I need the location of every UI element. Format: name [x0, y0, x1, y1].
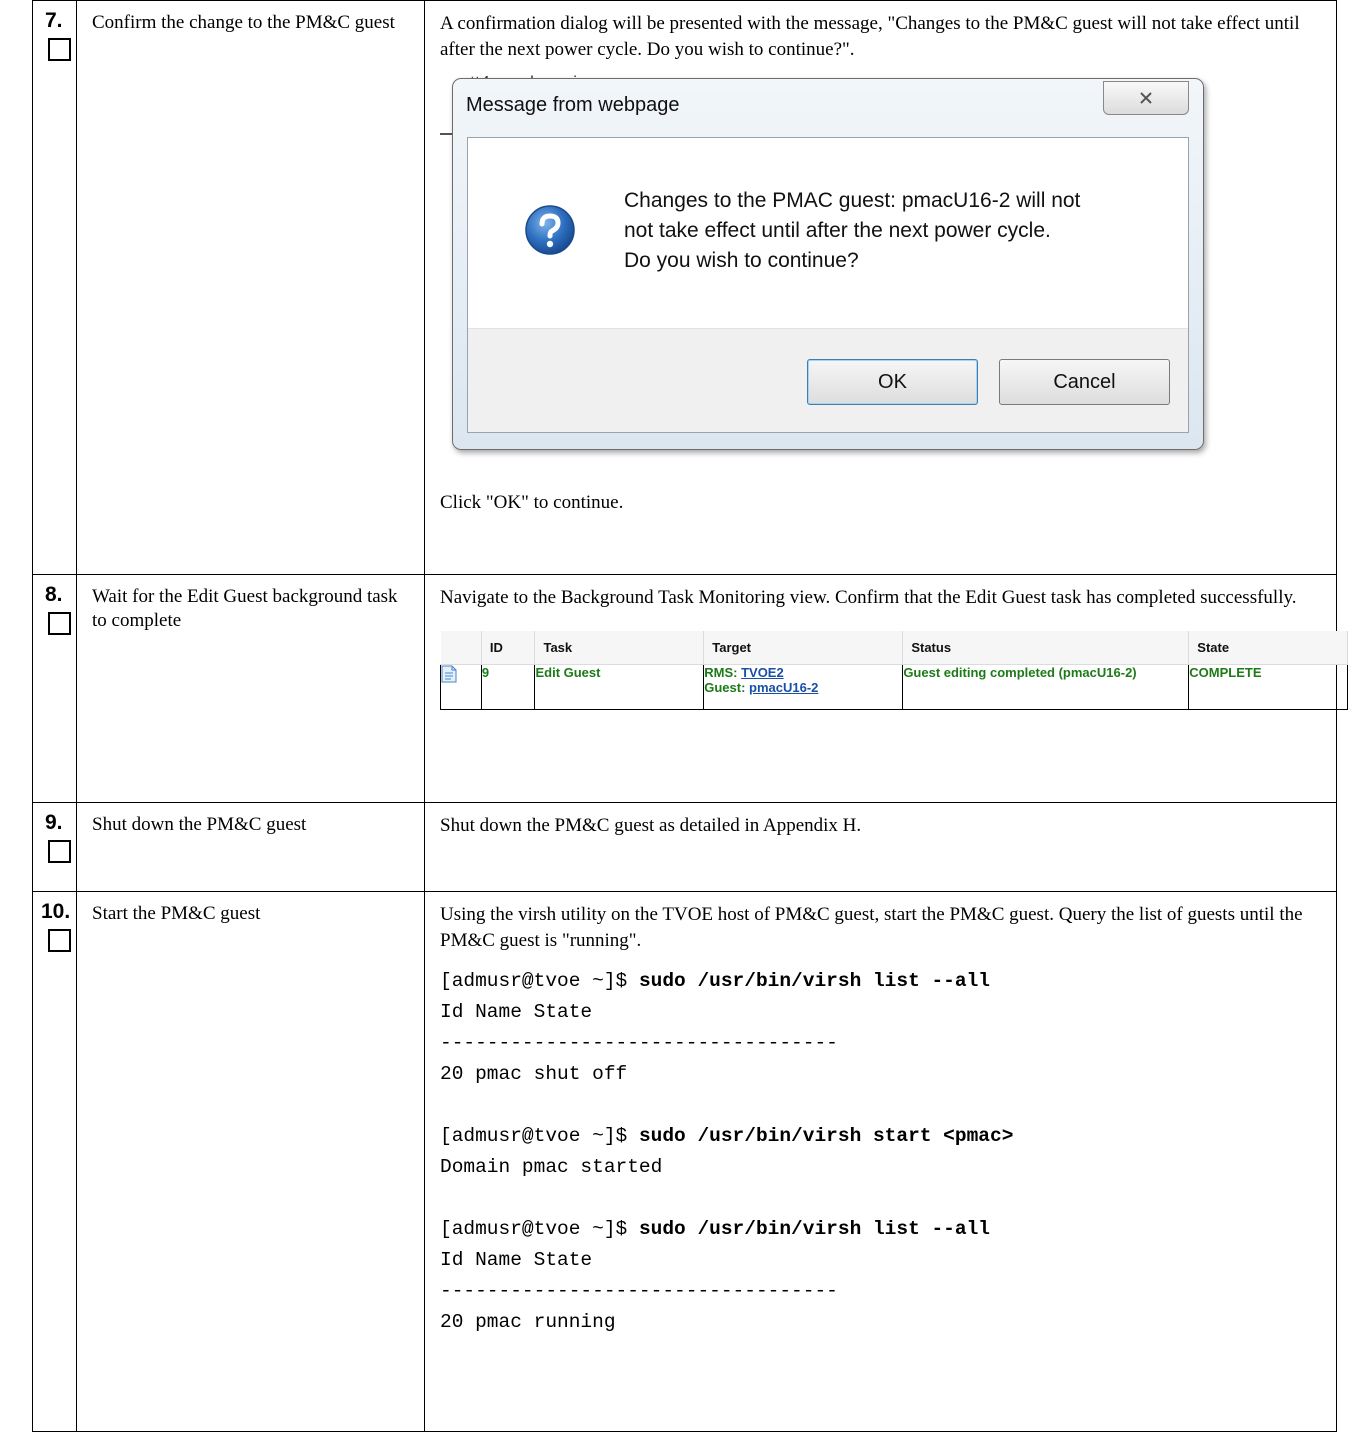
dialog-title: Message from webpage [466, 94, 680, 116]
table-row[interactable]: 9 Edit Guest RMS: TVOE2 Guest: pmacU16-2… [440, 664, 1348, 710]
dialog-message-line: Do you wish to continue? [624, 249, 859, 272]
terminal-output: [admusr@tvoe ~]$ sudo /usr/bin/virsh lis… [440, 966, 1326, 1338]
step-title-cell: Shut down the PM&C guest [76, 802, 425, 892]
step-row-10: 10. Start the PM&C guest Using the virsh… [32, 891, 1337, 1432]
step-number: 10. [41, 900, 71, 923]
shell-prompt: [admusr@tvoe ~]$ [440, 970, 639, 992]
shell-command: sudo /usr/bin/virsh list --all [638, 970, 990, 992]
output-line: ---------------------------------- [440, 1032, 838, 1054]
dialog-close-button[interactable] [1103, 81, 1189, 115]
message-dialog: Message from webpage Changes to the PMAC… [452, 78, 1204, 450]
output-line: Id Name State [440, 1249, 593, 1271]
header-state[interactable]: State [1188, 631, 1348, 665]
document-icon[interactable] [441, 665, 457, 683]
step-content-cell: Navigate to the Background Task Monitori… [424, 574, 1348, 803]
step-content-cell: Shut down the PM&C guest as detailed in … [424, 802, 1337, 892]
step-number: 8. [45, 583, 63, 606]
task-icon-cell [440, 664, 482, 710]
task-name: Edit Guest [534, 664, 705, 710]
step-instruction: A confirmation dialog will be presented … [440, 13, 1300, 60]
step-row-9: 9. Shut down the PM&C guest Shut down th… [32, 802, 1337, 892]
question-icon [525, 205, 575, 255]
step-instruction: Using the virsh utility on the TVOE host… [440, 904, 1303, 951]
dialog-footer: OK Cancel [468, 328, 1188, 432]
step-title-cell: Confirm the change to the PM&C guest [76, 0, 425, 575]
step-number-cell: 7. [32, 0, 77, 575]
step-title-cell: Wait for the Edit Guest background task … [76, 574, 425, 803]
header-task[interactable]: Task [534, 631, 705, 665]
task-target: RMS: TVOE2 Guest: pmacU16-2 [703, 664, 904, 710]
step-title: Start the PM&C guest [92, 903, 261, 924]
target-rms-link[interactable]: TVOE2 [741, 665, 784, 680]
ok-button[interactable]: OK [807, 359, 978, 405]
close-icon [1140, 92, 1152, 104]
task-state: COMPLETE [1188, 664, 1348, 710]
step-number: 7. [45, 9, 63, 32]
dialog-message-line: not take effect until after the next pow… [624, 219, 1051, 242]
task-table-header: ID Task Target Status State [440, 631, 1348, 665]
step-title-cell: Start the PM&C guest [76, 891, 425, 1432]
step-checkbox[interactable] [48, 38, 71, 61]
step-instruction: Click "OK" to continue. [440, 492, 624, 513]
output-line: Id Name State [440, 1001, 593, 1023]
target-guest-label: Guest: [704, 680, 746, 695]
step-number: 9. [45, 811, 63, 834]
step-instruction: Navigate to the Background Task Monitori… [440, 587, 1297, 608]
step-row-8: 8. Wait for the Edit Guest background ta… [32, 574, 1348, 803]
step-instruction: Shut down the PM&C guest as detailed in … [440, 815, 862, 836]
step-title: Shut down the PM&C guest [92, 814, 307, 835]
step-title: Wait for the Edit Guest background task … [92, 586, 398, 631]
shell-command: sudo /usr/bin/virsh start <pmac> [638, 1125, 1014, 1147]
step-checkbox[interactable] [48, 840, 71, 863]
step-number-cell: 10. [32, 891, 77, 1432]
dialog-screenshot: ntt4au vdouesis Message from webpage [440, 70, 1204, 460]
procedure-table: 7. Confirm the change to the PM&C guest … [32, 0, 1348, 1432]
step-title: Confirm the change to the PM&C guest [92, 12, 395, 33]
cancel-button[interactable]: Cancel [999, 359, 1170, 405]
header-icon-col [440, 631, 482, 665]
shell-prompt: [admusr@tvoe ~]$ [440, 1218, 639, 1240]
step-checkbox[interactable] [48, 929, 71, 952]
shell-prompt: [admusr@tvoe ~]$ [440, 1125, 639, 1147]
shell-command: sudo /usr/bin/virsh list --all [638, 1218, 990, 1240]
output-line: ---------------------------------- [440, 1280, 838, 1302]
step-number-cell: 8. [32, 574, 77, 803]
task-id: 9 [480, 664, 536, 710]
header-status[interactable]: Status [902, 631, 1190, 665]
background-task-table: ID Task Target Status State 9 Edit Guest… [440, 631, 1348, 710]
target-guest-link[interactable]: pmacU16-2 [749, 680, 818, 695]
output-line: Domain pmac started [440, 1156, 663, 1178]
header-target[interactable]: Target [703, 631, 904, 665]
step-row-7: 7. Confirm the change to the PM&C guest … [32, 0, 1337, 575]
step-content-cell: Using the virsh utility on the TVOE host… [424, 891, 1337, 1432]
output-line: 20 pmac shut off [440, 1063, 628, 1085]
dialog-body: Changes to the PMAC guest: pmacU16-2 wil… [467, 137, 1189, 433]
header-id[interactable]: ID [481, 631, 536, 665]
dialog-message-line: Changes to the PMAC guest: pmacU16-2 wil… [624, 189, 1081, 212]
step-number-cell: 9. [32, 802, 77, 892]
dialog-message: Changes to the PMAC guest: pmacU16-2 wil… [624, 186, 1080, 276]
task-status: Guest editing completed (pmacU16-2) [902, 664, 1190, 710]
output-line: 20 pmac running [440, 1311, 616, 1333]
step-checkbox[interactable] [48, 612, 71, 635]
step-content-cell: A confirmation dialog will be presented … [424, 0, 1337, 575]
target-rms-label: RMS: [704, 665, 738, 680]
